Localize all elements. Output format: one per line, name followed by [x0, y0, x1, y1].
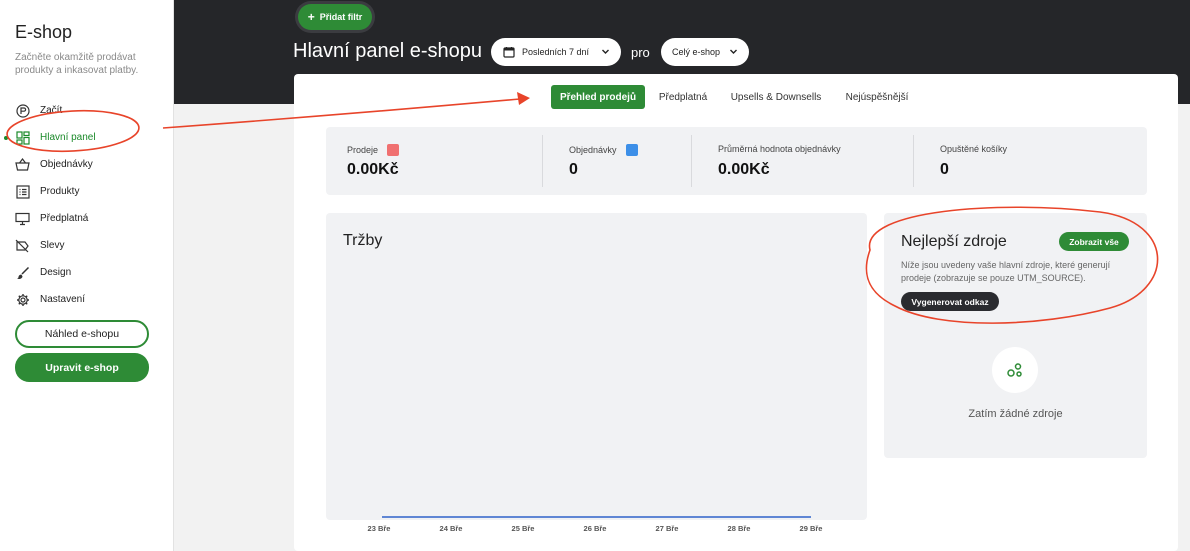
gear-icon [15, 292, 30, 307]
revenue-chart-card [326, 213, 867, 520]
sidebar-item-subscriptions[interactable]: Předplatná [0, 205, 174, 232]
tab-upsells-downsells[interactable]: Upsells & Downsells [724, 85, 828, 109]
page-title: Hlavní panel e-shopu [293, 40, 483, 62]
sidebar-item-orders[interactable]: Objednávky [0, 151, 174, 178]
add-filter-label: Přidat filtr [319, 12, 363, 22]
sidebar-item-design[interactable]: Design [0, 259, 174, 286]
tag-off-icon [15, 238, 30, 253]
top-sources-description: Níže jsou uvedeny vaše hlavní zdroje, kt… [901, 260, 1111, 283]
sidebar-item-label: Hlavní panel [40, 132, 96, 143]
stat-label: Průměrná hodnota objednávky [718, 144, 841, 154]
stat-divider [913, 135, 914, 187]
x-tick-label: 23 Bře [368, 524, 391, 533]
stat-label-text: Opuštěné košíky [940, 144, 1008, 154]
top-sources-title: Nejlepší zdroje [901, 233, 1007, 250]
tab-subscriptions[interactable]: Předplatná [652, 85, 714, 109]
brand-title: E-shop [15, 22, 73, 42]
sidebar-item-label: Objednávky [40, 159, 93, 170]
start-icon [15, 103, 30, 118]
pro-label: pro [631, 45, 650, 60]
monitor-icon [15, 211, 30, 226]
sidebar: E-shop Začněte okamžitě prodávat produkt… [0, 0, 174, 551]
sidebar-item-label: Začít [40, 105, 63, 116]
date-range-select[interactable]: Posledních 7 dní [491, 38, 621, 66]
chevron-down-icon [729, 47, 738, 58]
stat-label-text: Průměrná hodnota objednávky [718, 144, 841, 154]
sidebar-item-discounts[interactable]: Slevy [0, 232, 174, 259]
sidebar-item-label: Design [40, 267, 72, 278]
edit-shop-button[interactable]: Upravit e-shop [15, 353, 149, 382]
x-tick-label: 25 Bře [512, 524, 535, 533]
x-tick-label: 27 Bře [656, 524, 679, 533]
revenue-chart: 23 Bře 24 Bře 25 Bře 26 Bře 27 Bře 28 Bře 29 B… [368, 516, 823, 533]
sources-empty-text: Zatím žádné zdroje [968, 408, 1063, 420]
x-tick-label: 24 Bře [440, 524, 463, 533]
shop-scope-value: Celý e-shop [672, 47, 721, 57]
generate-link-button[interactable]: Vygenerovat odkaz [901, 292, 999, 311]
sidebar-nav: Začít Hlavní panel Objednávky Produkty P… [0, 97, 174, 313]
chevron-down-icon [601, 47, 610, 58]
x-tick-label: 29 Bře [800, 524, 823, 533]
show-all-sources-button[interactable]: Zobrazit vše [1059, 232, 1129, 251]
sources-empty-icon [992, 347, 1038, 393]
sidebar-item-label: Slevy [40, 240, 65, 251]
stat-divider [542, 135, 543, 187]
dashboard-icon [15, 130, 30, 145]
sales-color-swatch [387, 144, 400, 156]
sidebar-item-products[interactable]: Produkty [0, 178, 174, 205]
preview-shop-button[interactable]: Náhled e-shopu [15, 320, 149, 348]
stat-value: 0.00Kč [718, 161, 770, 178]
active-indicator [4, 136, 8, 140]
brand-tagline: Začněte okamžitě prodávat produkty a ink… [15, 52, 139, 76]
basket-icon [15, 157, 30, 172]
tab-top-performers[interactable]: Nejúspěšnější [838, 85, 916, 109]
stat-label-text: Objednávky [569, 145, 617, 155]
stat-divider [691, 135, 692, 187]
stats-row: Prodeje 0.00Kč Objednávky 0 Průměrná hod… [326, 127, 1147, 195]
stat-value: 0 [569, 161, 578, 178]
stat-value: 0.00Kč [347, 161, 399, 178]
revenue-chart-title: Tržby [343, 232, 383, 249]
sidebar-item-dashboard[interactable]: Hlavní panel [0, 124, 174, 151]
stat-label: Objednávky [569, 144, 638, 156]
tab-sales-overview[interactable]: Přehled prodejů [551, 85, 645, 109]
stat-label: Opuštěné košíky [940, 144, 1007, 154]
x-tick-label: 28 Bře [728, 524, 751, 533]
x-tick-label: 26 Bře [584, 524, 607, 533]
plus-icon: + [307, 10, 315, 24]
sidebar-item-label: Předplatná [40, 213, 89, 224]
brush-icon [15, 265, 30, 280]
calendar-icon [503, 46, 515, 58]
stat-label-text: Prodeje [347, 145, 379, 155]
add-filter-button[interactable]: + Přidat filtr [298, 4, 372, 30]
orders-color-swatch [625, 144, 638, 156]
list-icon [15, 184, 30, 199]
stat-value: 0 [940, 161, 949, 178]
shop-scope-select[interactable]: Celý e-shop [661, 38, 749, 66]
sidebar-item-label: Nastavení [40, 294, 86, 305]
date-range-value: Posledních 7 dní [522, 47, 590, 57]
sidebar-item-label: Produkty [40, 186, 80, 197]
sidebar-item-settings[interactable]: Nastavení [0, 286, 174, 313]
stat-label: Prodeje [347, 144, 400, 156]
sidebar-item-start[interactable]: Začít [0, 97, 174, 124]
